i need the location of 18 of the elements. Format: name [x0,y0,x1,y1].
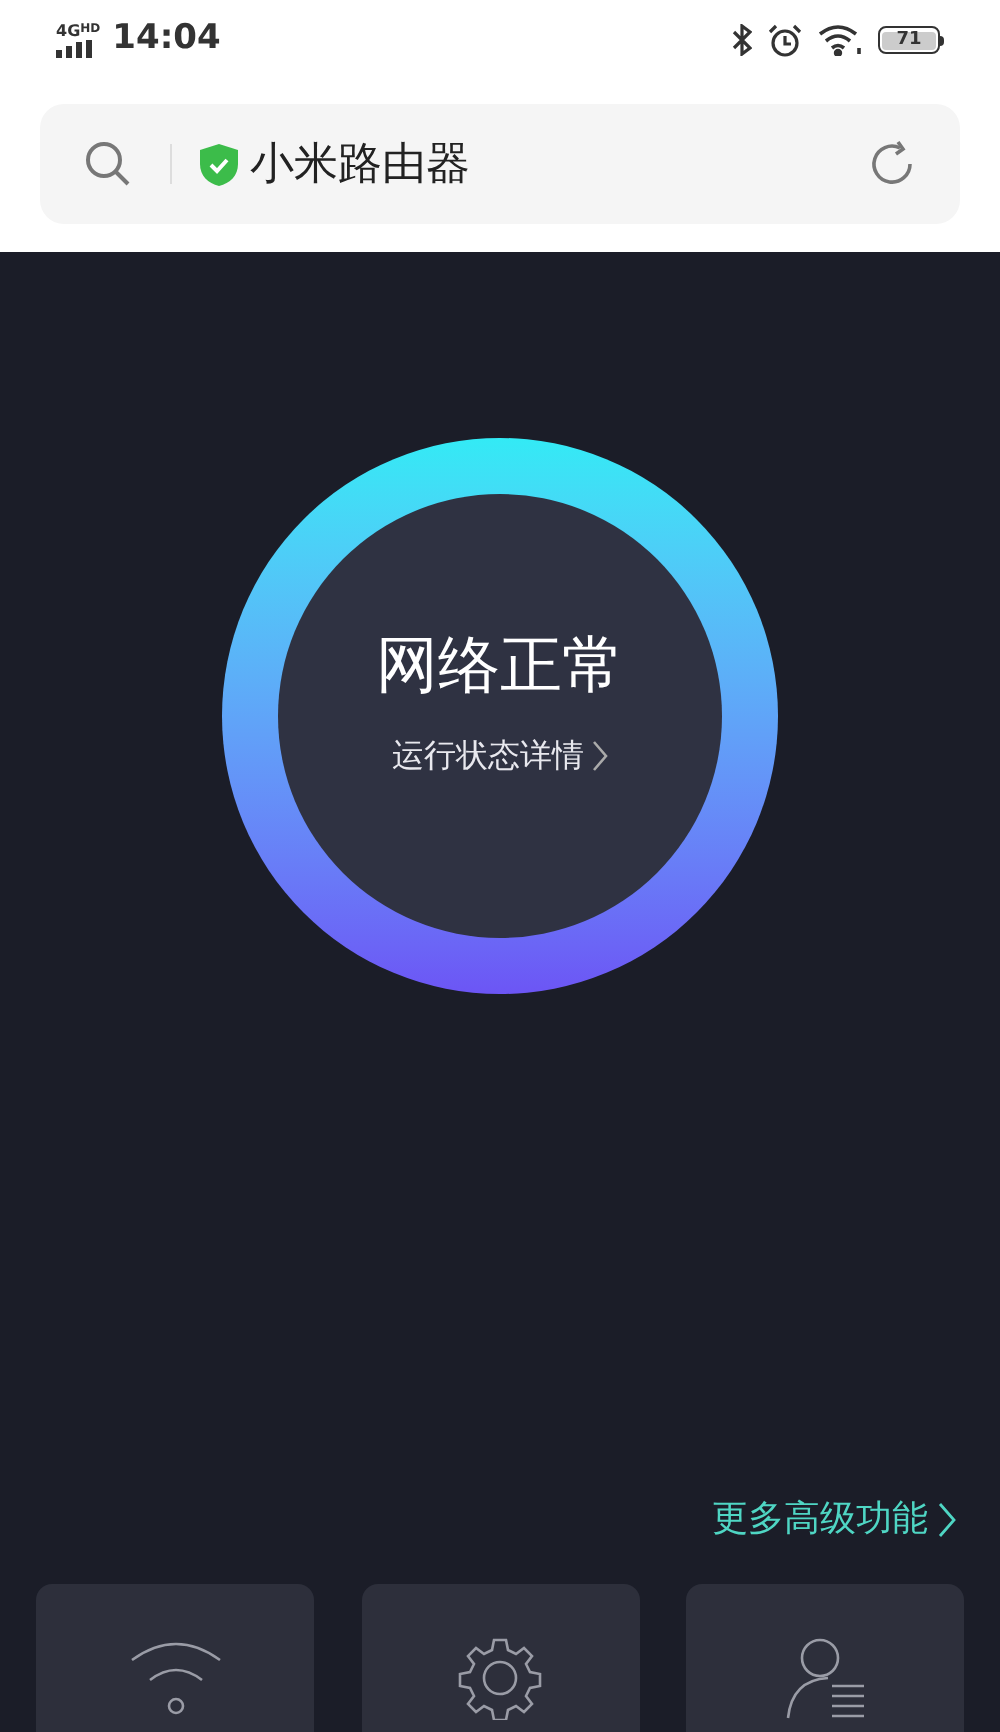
chevron-right-icon [938,1502,956,1538]
wifi-signal-icon [818,24,862,56]
search-icon[interactable] [84,140,132,188]
status-details-link[interactable]: 运行状态详情 [392,732,608,780]
user-list-icon [783,1636,867,1720]
clock: 14:04 [112,16,221,63]
refresh-icon[interactable] [868,140,916,188]
advanced-features-link[interactable]: 更多高级功能 [712,1502,956,1538]
address-bar[interactable]: 小米路由器 [40,104,960,224]
network-type: 4G [56,23,81,39]
bluetooth-icon [732,24,752,56]
battery-level: 71 [896,31,922,49]
gear-icon [458,1636,542,1720]
chevron-right-icon [592,740,608,772]
page-title: 小米路由器 [250,137,472,193]
alarm-icon [768,23,802,57]
signal-icon [56,39,94,57]
network-status-headline: 网络正常 [376,636,624,698]
